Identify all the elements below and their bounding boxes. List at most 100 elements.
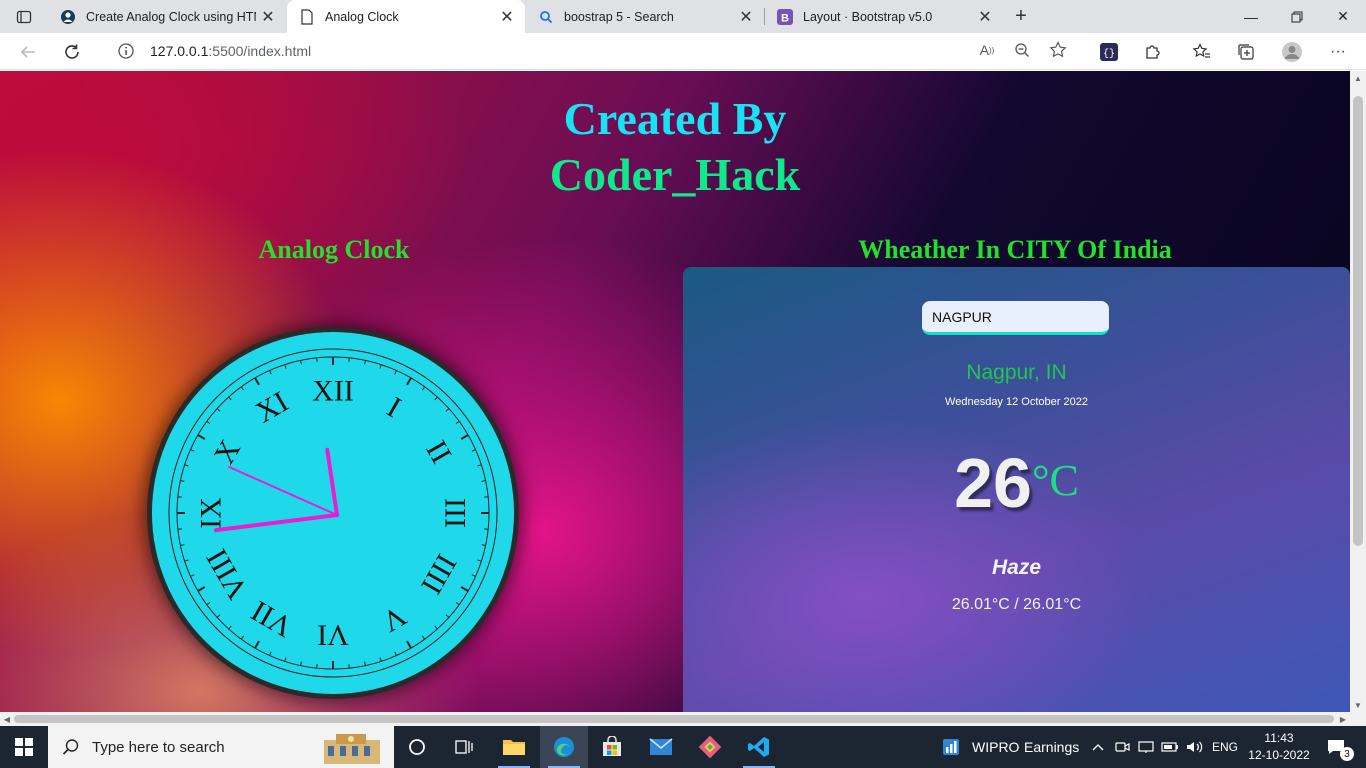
- taskbar-search-box[interactable]: Type here to search: [48, 726, 394, 768]
- clock-tick: [477, 464, 482, 467]
- start-button[interactable]: [0, 726, 48, 768]
- close-icon[interactable]: ✕: [495, 5, 519, 29]
- back-button[interactable]: [13, 37, 43, 67]
- horizontal-scrollbar[interactable]: ◀ ▶: [0, 712, 1350, 726]
- clock-tick: [300, 661, 302, 666]
- git-app-icon[interactable]: [686, 726, 734, 768]
- clock-tick: [228, 396, 232, 401]
- taskbar-date: 12-10-2022: [1248, 748, 1310, 762]
- favorite-star-icon[interactable]: [1046, 38, 1070, 62]
- input-language[interactable]: ENG: [1212, 726, 1238, 768]
- tab-analog-clock[interactable]: Analog Clock ✕: [287, 0, 525, 33]
- task-view-icon[interactable]: [440, 726, 488, 768]
- clock-tick: [190, 449, 195, 452]
- close-icon[interactable]: ✕: [734, 5, 758, 29]
- extensions-puzzle-icon[interactable]: [1138, 37, 1168, 67]
- city-search-input[interactable]: [922, 301, 1109, 335]
- tab-bootstrap-layout[interactable]: B Layout · Bootstrap v5.0 ✕: [765, 0, 1003, 33]
- clock-tick: [284, 657, 287, 662]
- vscode-icon[interactable]: [735, 726, 783, 768]
- tab-bootstrap-search[interactable]: boostrap 5 - Search ✕: [526, 0, 764, 33]
- clock-tick: [445, 408, 450, 412]
- meet-now-icon[interactable]: [1115, 726, 1131, 768]
- clock-numeral: XII: [312, 375, 354, 408]
- globe-icon: [60, 9, 76, 25]
- vertical-scroll-thumb[interactable]: [1353, 96, 1363, 546]
- scroll-down-arrow-icon[interactable]: ▼: [1350, 698, 1366, 712]
- tab-title: boostrap 5 - Search: [564, 9, 674, 24]
- clock-tick: [190, 574, 195, 577]
- url-text[interactable]: 127.0.0.1:5500/index.html: [150, 43, 311, 59]
- clock-tick: [379, 364, 382, 369]
- clock-tick: [197, 434, 206, 440]
- search-placeholder: Type here to search: [92, 738, 225, 756]
- clock-tick: [421, 635, 426, 640]
- battery-icon[interactable]: [1161, 726, 1179, 768]
- page-title-line1: Created By: [563, 93, 787, 144]
- clock-tick: [421, 386, 426, 391]
- restore-button[interactable]: [1274, 0, 1320, 33]
- clock-numeral: VIII: [200, 543, 254, 604]
- clock-numeral: VI: [317, 619, 349, 652]
- clock-tick: [406, 377, 412, 386]
- scroll-right-arrow-icon[interactable]: ▶: [1336, 712, 1350, 726]
- clock-tick: [216, 614, 221, 618]
- city-name: Nagpur, IN: [966, 361, 1067, 384]
- hour-hand: [325, 447, 339, 517]
- horizontal-scroll-thumb[interactable]: [14, 715, 1334, 723]
- browser-toolbar: 127.0.0.1:5500/index.html A)) {} ···: [0, 33, 1366, 70]
- minimize-button[interactable]: —: [1228, 0, 1274, 33]
- show-hidden-icons-chevron-up-icon[interactable]: [1092, 726, 1104, 768]
- cortana-icon[interactable]: [393, 726, 441, 768]
- svg-text:{}: {}: [1103, 48, 1115, 60]
- collections-icon[interactable]: [1231, 37, 1261, 67]
- clock-numeral: I: [381, 391, 406, 425]
- refresh-button[interactable]: [57, 37, 87, 67]
- taskbar-clock[interactable]: 11:43 12-10-2022: [1248, 730, 1310, 764]
- tab-create-analog-clock[interactable]: Create Analog Clock using HTML ✕: [48, 0, 286, 33]
- notifications-icon[interactable]: 3: [1316, 726, 1356, 768]
- read-aloud-icon[interactable]: A)): [975, 38, 999, 62]
- taskbar-time: 11:43: [1264, 731, 1294, 745]
- close-icon[interactable]: ✕: [256, 5, 280, 29]
- vertical-scrollbar[interactable]: ▲ ▼: [1350, 71, 1366, 712]
- profile-avatar[interactable]: [1277, 37, 1307, 67]
- clock-numeral: IX: [195, 497, 228, 529]
- close-window-button[interactable]: ✕: [1320, 0, 1366, 33]
- scrollbar-corner: [1350, 712, 1366, 726]
- second-hand: [228, 466, 338, 516]
- address-bar[interactable]: 127.0.0.1:5500/index.html: [100, 36, 1080, 66]
- clock-tick: [481, 544, 486, 546]
- more-menu-icon[interactable]: ···: [1323, 37, 1353, 67]
- new-tab-button[interactable]: +: [1008, 4, 1034, 28]
- windows-logo-icon: [15, 738, 33, 756]
- mail-icon[interactable]: [637, 726, 685, 768]
- tab-actions-icon[interactable]: [8, 5, 40, 29]
- scroll-up-arrow-icon[interactable]: ▲: [1350, 71, 1366, 85]
- volume-icon[interactable]: [1186, 726, 1204, 768]
- clock-tick: [180, 544, 185, 546]
- scroll-left-arrow-icon[interactable]: ◀: [0, 712, 14, 726]
- clock-tick: [184, 559, 189, 562]
- edge-browser-icon[interactable]: [540, 726, 588, 768]
- extension-icon[interactable]: {}: [1094, 37, 1124, 67]
- file-explorer-icon[interactable]: [490, 726, 538, 768]
- tab-title: Analog Clock: [325, 9, 399, 24]
- stock-status[interactable]: Earnings: [1024, 726, 1079, 768]
- clock-tick: [269, 651, 272, 656]
- clock-numeral: II: [419, 435, 458, 469]
- stock-chart-icon[interactable]: [936, 726, 966, 768]
- network-icon[interactable]: [1138, 726, 1154, 768]
- bootstrap-icon: B: [777, 8, 793, 25]
- site-info-icon[interactable]: [116, 41, 136, 61]
- url-host: 127.0.0.1: [150, 43, 209, 59]
- microsoft-store-icon[interactable]: [588, 726, 636, 768]
- zoom-out-icon[interactable]: [1010, 38, 1034, 62]
- stock-label[interactable]: WIPRO: [972, 726, 1019, 768]
- close-icon[interactable]: ✕: [973, 5, 997, 29]
- clock-tick: [406, 640, 412, 649]
- weather-card: Nagpur, IN Wednesday 12 October 2022 26°…: [683, 267, 1350, 712]
- clock-tick: [184, 464, 189, 467]
- favorites-icon[interactable]: [1187, 37, 1217, 67]
- clock-tick: [460, 434, 469, 440]
